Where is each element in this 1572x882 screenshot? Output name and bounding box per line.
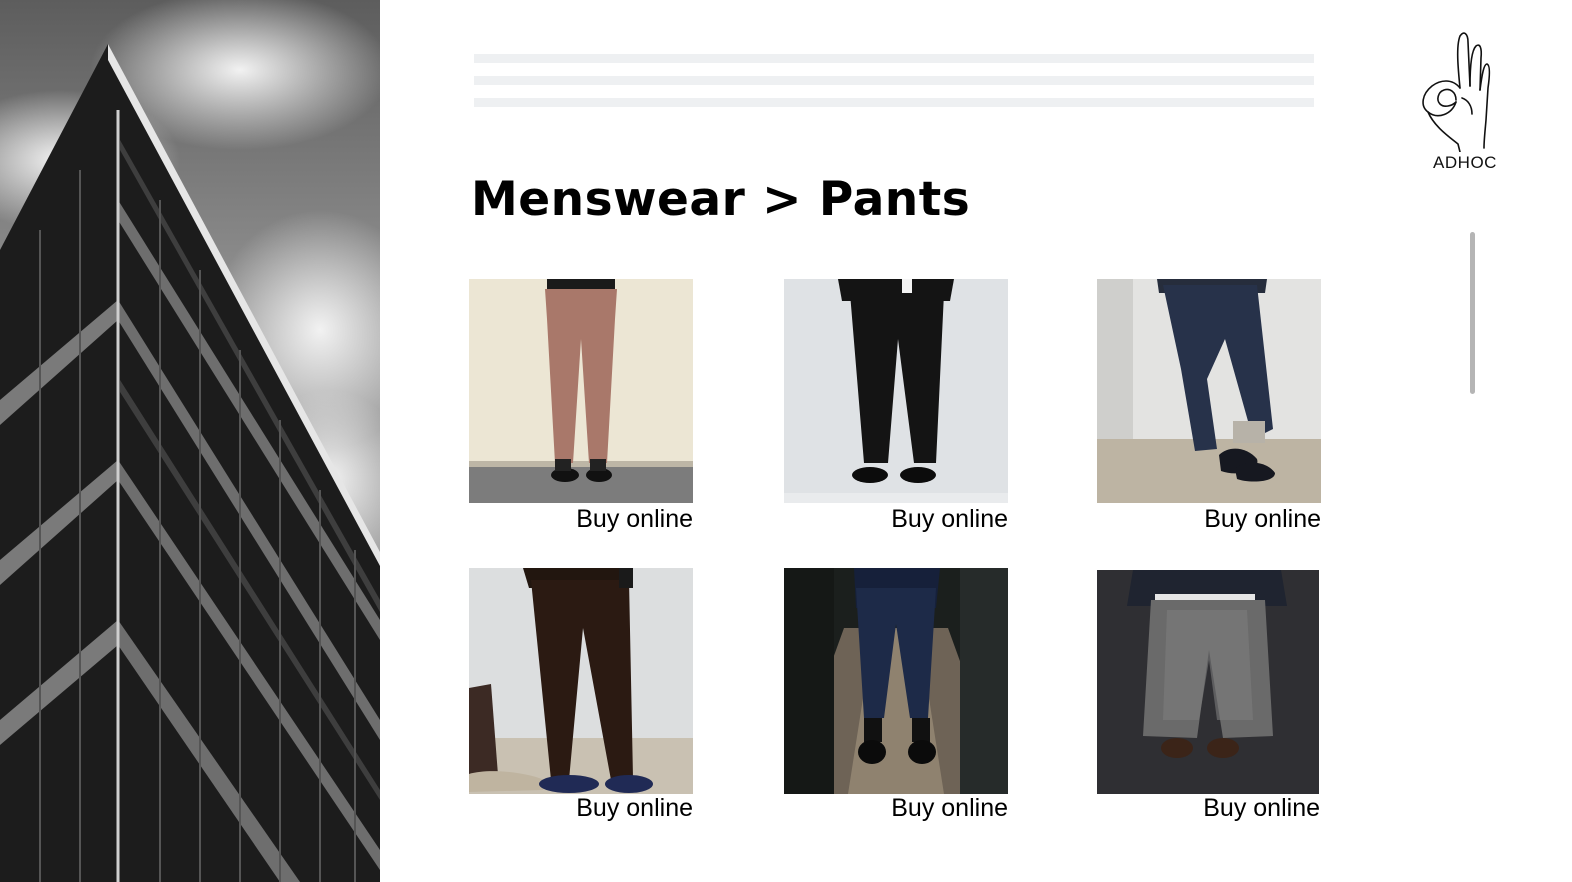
product-card: Buy online [1097, 570, 1323, 821]
scrollbar-thumb[interactable] [1470, 232, 1475, 394]
product-card: Buy online [784, 568, 1010, 821]
product-card: Buy online [784, 279, 1010, 532]
buy-online-link[interactable]: Buy online [469, 506, 693, 532]
product-card: Buy online [469, 279, 695, 532]
product-image[interactable] [784, 568, 1008, 794]
hamburger-menu-icon[interactable] [474, 54, 1314, 110]
logo-text: ADHOC [1433, 153, 1497, 172]
product-card: Buy online [469, 568, 695, 821]
product-image[interactable] [1097, 570, 1319, 794]
product-card: Buy online [1097, 279, 1323, 532]
buy-online-link[interactable]: Buy online [1097, 506, 1321, 532]
menu-line [474, 54, 1314, 63]
product-image[interactable] [1097, 279, 1321, 503]
product-image[interactable] [469, 279, 693, 503]
buy-online-link[interactable]: Buy online [469, 795, 693, 821]
buy-online-link[interactable]: Buy online [784, 795, 1008, 821]
page-title: Menswear > Pants [471, 172, 971, 227]
product-image[interactable] [784, 279, 1008, 503]
buy-online-link[interactable]: Buy online [1097, 795, 1320, 821]
hero-building-image [0, 0, 380, 882]
buy-online-link[interactable]: Buy online [784, 506, 1008, 532]
product-image[interactable] [469, 568, 693, 794]
menu-line [474, 98, 1314, 107]
brand-logo[interactable]: ADHOC [1412, 28, 1508, 176]
menu-line [474, 76, 1314, 85]
ok-hand-icon [1422, 32, 1491, 152]
